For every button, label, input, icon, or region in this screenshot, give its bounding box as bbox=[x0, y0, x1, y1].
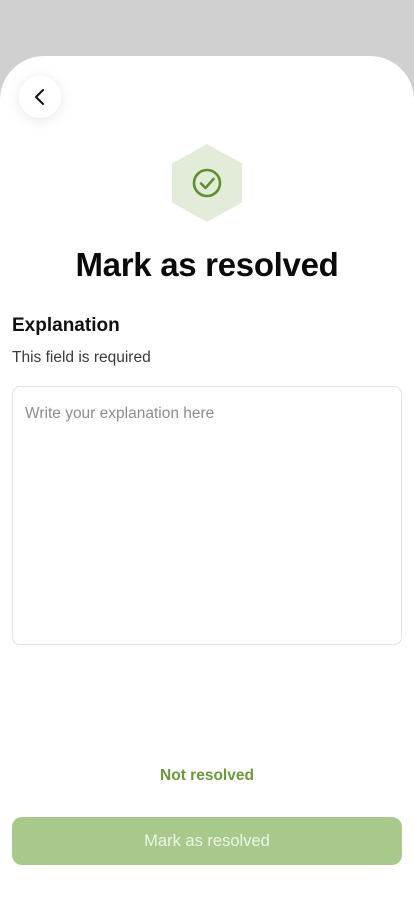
check-circle-icon bbox=[172, 144, 242, 222]
mark-as-resolved-button[interactable]: Mark as resolved bbox=[12, 817, 402, 865]
explanation-label: Explanation bbox=[12, 315, 120, 336]
page-title: Mark as resolved bbox=[75, 246, 339, 283]
back-button[interactable] bbox=[19, 76, 61, 118]
not-resolved-link[interactable]: Not resolved bbox=[0, 767, 414, 785]
resolve-sheet: Mark as resolved Explanation This field … bbox=[0, 56, 414, 898]
explanation-input[interactable] bbox=[12, 386, 402, 645]
chevron-left-icon bbox=[35, 89, 44, 105]
explanation-helper-text: This field is required bbox=[12, 349, 151, 366]
